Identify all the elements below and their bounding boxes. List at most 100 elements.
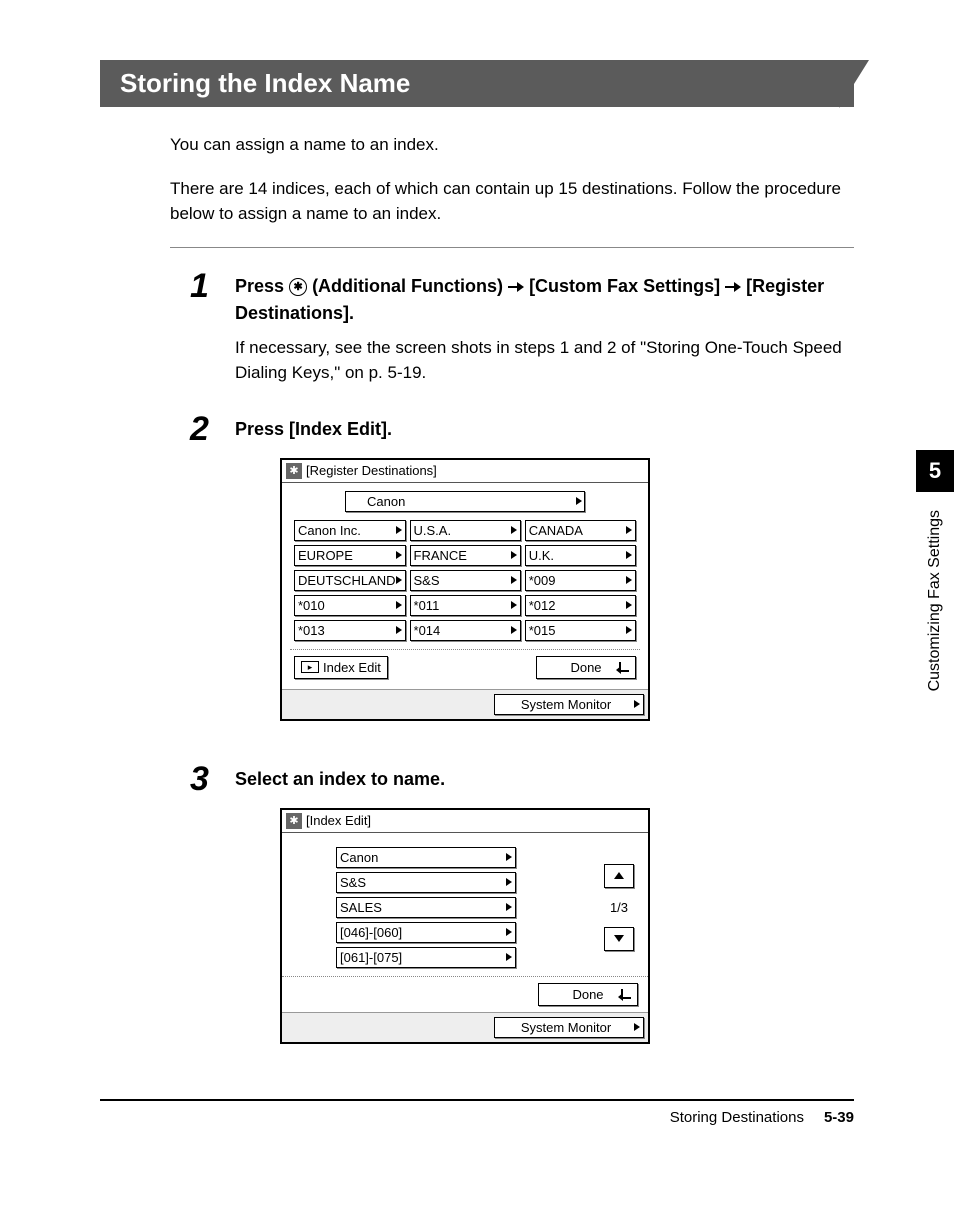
destination-button[interactable]: *015 xyxy=(525,620,636,641)
screen-title: [Register Destinations] xyxy=(306,463,437,478)
index-item-label: Canon xyxy=(340,850,378,865)
chapter-number: 5 xyxy=(916,450,954,492)
destination-label: *010 xyxy=(298,598,325,613)
chevron-right-icon xyxy=(396,626,402,634)
additional-functions-icon: ✱ xyxy=(289,278,307,296)
chevron-right-icon xyxy=(576,497,582,505)
chevron-right-icon xyxy=(511,526,517,534)
arrow-icon xyxy=(508,282,524,292)
chevron-right-icon xyxy=(506,878,512,886)
page-footer: Storing Destinations 5-39 xyxy=(100,1099,854,1126)
chevron-right-icon xyxy=(634,1023,640,1031)
chevron-right-icon xyxy=(511,626,517,634)
chevron-down-icon xyxy=(614,935,624,942)
destination-label: *015 xyxy=(529,623,556,638)
chevron-right-icon xyxy=(506,853,512,861)
destination-label: U.S.A. xyxy=(414,523,452,538)
scroll-up-button[interactable] xyxy=(604,864,634,888)
footer-section: Storing Destinations xyxy=(670,1109,804,1126)
step1-text-af: (Additional Functions) xyxy=(312,276,508,296)
settings-icon: ✱ xyxy=(286,463,302,479)
chapter-tab: 5 Customizing Fax Settings xyxy=(916,450,954,691)
done-button[interactable]: Done xyxy=(536,656,636,679)
destination-button[interactable]: Canon Inc. xyxy=(294,520,406,541)
destination-button[interactable]: EUROPE xyxy=(294,545,406,566)
chevron-right-icon xyxy=(506,903,512,911)
index-item-button[interactable]: SALES xyxy=(336,897,516,918)
destination-button[interactable]: *014 xyxy=(410,620,521,641)
destination-label: EUROPE xyxy=(298,548,353,563)
chevron-right-icon xyxy=(506,953,512,961)
chevron-right-icon xyxy=(511,601,517,609)
chevron-right-icon xyxy=(626,601,632,609)
done-label: Done xyxy=(570,660,601,675)
index-edit-button[interactable]: ▸ Index Edit xyxy=(294,656,388,679)
destination-label: *009 xyxy=(529,573,556,588)
step1-text-press: Press xyxy=(235,276,289,296)
index-item-button[interactable]: [046]-[060] xyxy=(336,922,516,943)
index-item-button[interactable]: Canon xyxy=(336,847,516,868)
index-item-button[interactable]: [061]-[075] xyxy=(336,947,516,968)
destination-button[interactable]: U.K. xyxy=(525,545,636,566)
chevron-right-icon xyxy=(511,551,517,559)
index-edit-label: Index Edit xyxy=(323,660,381,675)
index-item-label: S&S xyxy=(340,875,366,890)
chapter-label: Customizing Fax Settings xyxy=(926,510,944,691)
destination-button[interactable]: DEUTSCHLAND xyxy=(294,570,406,591)
destination-button[interactable]: *012 xyxy=(525,595,636,616)
register-destinations-screen: ✱ [Register Destinations] Canon Canon In… xyxy=(280,458,650,721)
destination-label: S&S xyxy=(414,573,440,588)
step-1: 1 Press ✱ (Additional Functions) [Custom… xyxy=(190,273,854,396)
divider xyxy=(170,247,854,248)
chevron-right-icon xyxy=(626,626,632,634)
screen-titlebar: ✱ [Register Destinations] xyxy=(282,460,648,483)
index-item-button[interactable]: S&S xyxy=(336,872,516,893)
step-2: 2 Press [Index Edit]. ✱ [Register Destin… xyxy=(190,416,854,746)
system-monitor-button[interactable]: System Monitor xyxy=(494,694,644,715)
step-number: 1 xyxy=(190,269,235,303)
done-button[interactable]: Done xyxy=(538,983,638,1006)
step-1-sub: If necessary, see the screen shots in st… xyxy=(235,335,854,386)
done-label: Done xyxy=(572,987,603,1002)
destination-label: FRANCE xyxy=(414,548,467,563)
step-2-heading: Press [Index Edit]. xyxy=(235,416,854,443)
intro-para-2: There are 14 indices, each of which can … xyxy=(170,176,854,227)
selected-index-button[interactable]: Canon xyxy=(345,491,585,512)
destination-button[interactable]: *011 xyxy=(410,595,521,616)
destination-button[interactable]: *009 xyxy=(525,570,636,591)
list-icon: ▸ xyxy=(301,661,319,673)
destination-label: DEUTSCHLAND xyxy=(298,573,396,588)
chevron-right-icon xyxy=(634,700,640,708)
destination-button[interactable]: CANADA xyxy=(525,520,636,541)
destination-button[interactable]: *013 xyxy=(294,620,406,641)
system-monitor-button[interactable]: System Monitor xyxy=(494,1017,644,1038)
chevron-right-icon xyxy=(626,576,632,584)
return-icon xyxy=(621,989,631,999)
chevron-right-icon xyxy=(396,526,402,534)
return-icon xyxy=(619,662,629,672)
destination-label: CANADA xyxy=(529,523,583,538)
destination-label: *012 xyxy=(529,598,556,613)
chevron-right-icon xyxy=(626,526,632,534)
chevron-right-icon xyxy=(396,576,402,584)
chevron-right-icon xyxy=(396,551,402,559)
index-item-label: [046]-[060] xyxy=(340,925,402,940)
destination-button[interactable]: S&S xyxy=(410,570,521,591)
index-edit-screen: ✱ [Index Edit] CanonS&SSALES[046]-[060][… xyxy=(280,808,650,1044)
chevron-right-icon xyxy=(511,576,517,584)
destination-button[interactable]: FRANCE xyxy=(410,545,521,566)
arrow-icon xyxy=(725,282,741,292)
step-number: 3 xyxy=(190,762,235,796)
destination-label: *013 xyxy=(298,623,325,638)
scroll-down-button[interactable] xyxy=(604,927,634,951)
step1-text-custom: [Custom Fax Settings] xyxy=(529,276,725,296)
selected-index-label: Canon xyxy=(349,494,405,509)
step-3-heading: Select an index to name. xyxy=(235,766,854,793)
index-item-label: SALES xyxy=(340,900,382,915)
destination-button[interactable]: *010 xyxy=(294,595,406,616)
system-monitor-label: System Monitor xyxy=(498,1020,634,1035)
destination-button[interactable]: U.S.A. xyxy=(410,520,521,541)
chevron-up-icon xyxy=(614,872,624,879)
settings-icon: ✱ xyxy=(286,813,302,829)
index-item-label: [061]-[075] xyxy=(340,950,402,965)
